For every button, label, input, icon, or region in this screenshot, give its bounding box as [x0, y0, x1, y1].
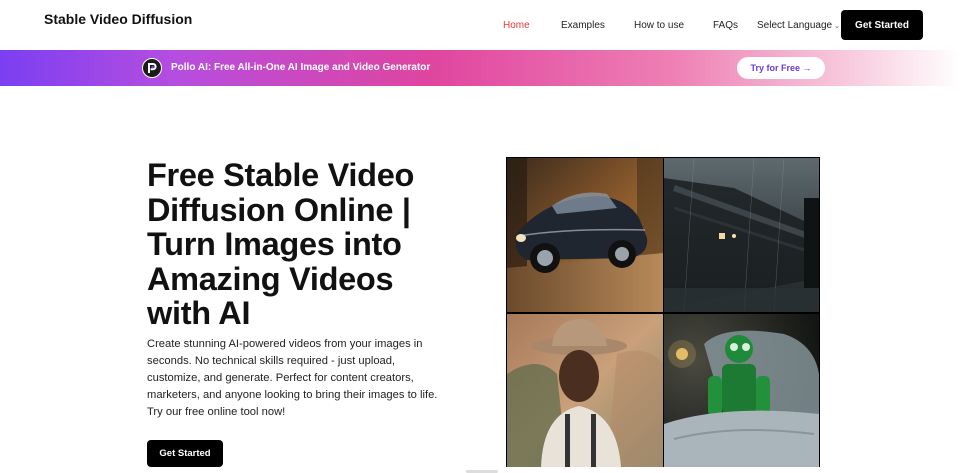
language-label: Select Language — [757, 20, 833, 31]
site-header: Stable Video Diffusion Home Examples How… — [0, 0, 960, 50]
vintage-car-image[interactable] — [507, 158, 663, 312]
pollo-logo-icon — [142, 58, 162, 78]
try-for-free-button[interactable]: Try for Free → — [737, 57, 825, 79]
site-logo[interactable]: Stable Video Diffusion — [44, 11, 192, 27]
nav-how-to-use[interactable]: How to use — [634, 20, 684, 31]
hero-description: Create stunning AI-powered videos from y… — [147, 338, 438, 418]
nav-examples[interactable]: Examples — [561, 20, 605, 31]
chevron-down-icon: ⌄ — [834, 22, 840, 30]
train-in-rain-image[interactable] — [664, 158, 819, 312]
nav-faqs[interactable]: FAQs — [713, 20, 738, 31]
language-select[interactable]: Select Language ⌄ — [757, 20, 840, 31]
header-get-started-button[interactable]: Get Started — [841, 10, 923, 40]
cowboy-portrait-image[interactable] — [507, 314, 663, 467]
green-robot-in-bed-image[interactable] — [664, 314, 819, 467]
nav-home[interactable]: Home — [503, 20, 530, 31]
hero-get-started-button[interactable]: Get Started — [147, 440, 223, 467]
example-image-grid — [506, 157, 820, 467]
hero-title: Free Stable Video Diffusion Online | Tur… — [147, 157, 415, 331]
banner-text: Pollo AI: Free All-in-One AI Image and V… — [171, 62, 431, 73]
